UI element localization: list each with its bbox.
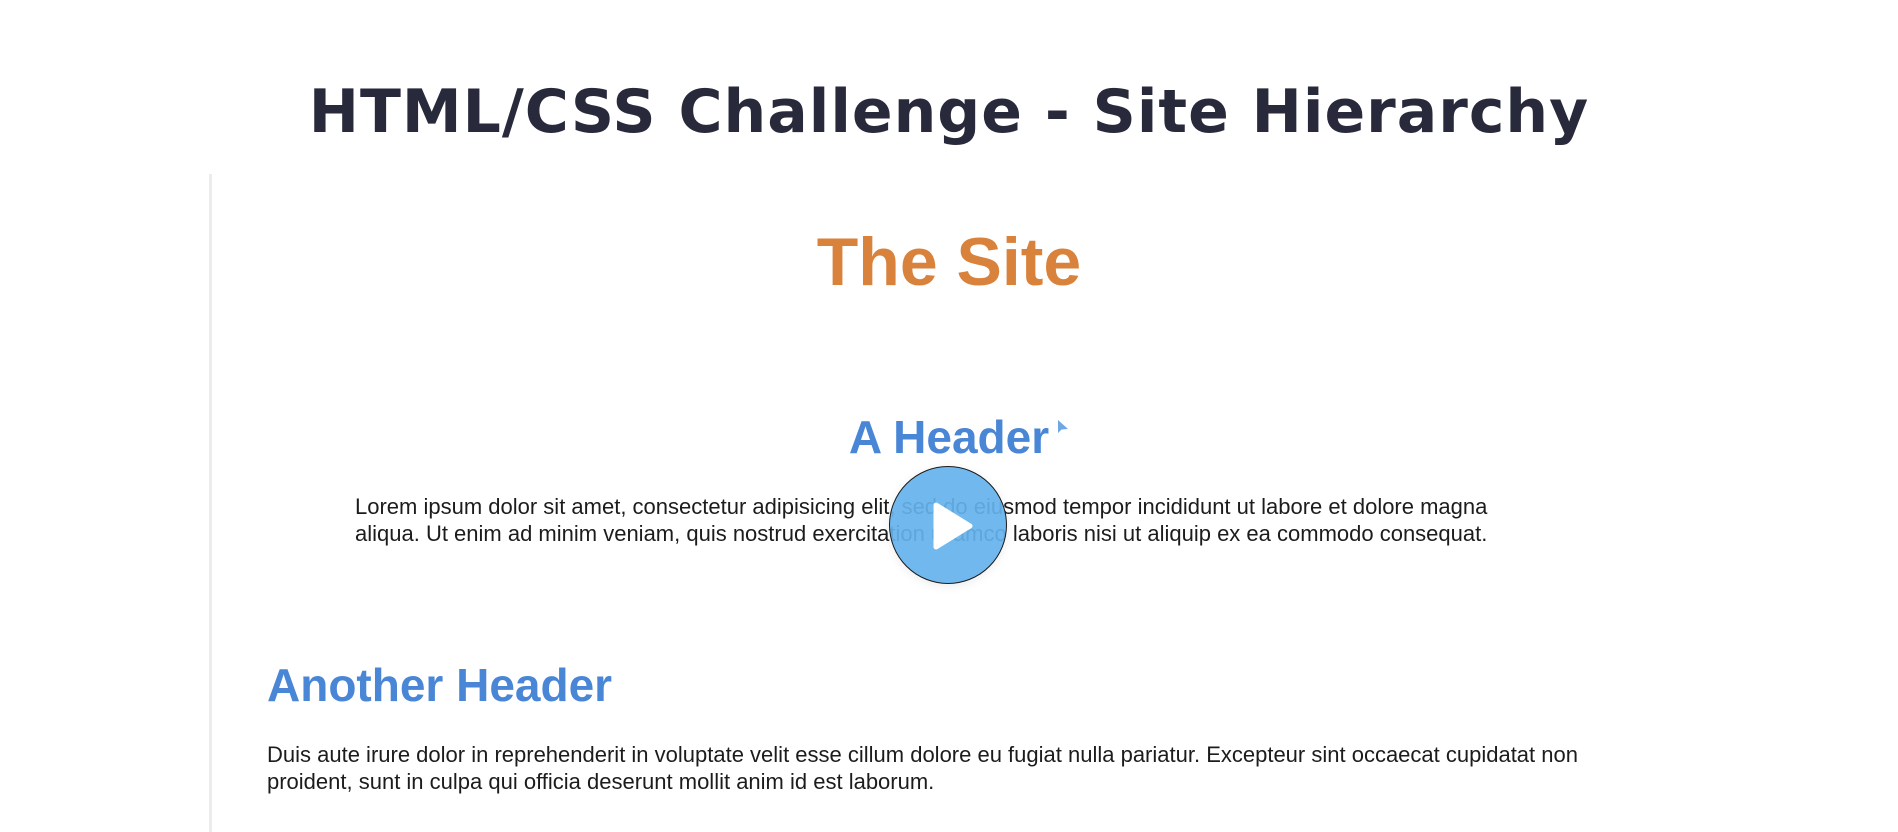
site-title: The Site: [816, 224, 1082, 300]
pointer-cursor-icon: [1056, 419, 1070, 435]
section-paragraph-another: Duis aute irure dolor in reprehenderit i…: [267, 742, 1578, 794]
play-icon: [933, 502, 973, 550]
section-header-a: A Header: [848, 411, 1050, 463]
play-button[interactable]: [889, 466, 1007, 584]
section-header-another: Another Header: [267, 659, 613, 711]
page-title: HTML/CSS Challenge - Site Hierarchy: [308, 77, 1590, 147]
